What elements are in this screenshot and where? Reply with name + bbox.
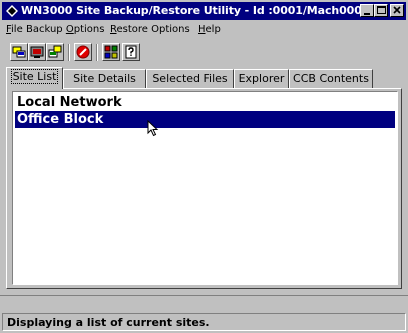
menu-backup-options[interactable]: Backup Options — [26, 24, 104, 35]
toolbar-separator — [68, 44, 70, 61]
close-button[interactable] — [390, 4, 404, 17]
minimize-button[interactable] — [360, 4, 374, 17]
tab-ccb-contents[interactable]: CCB Contents — [289, 69, 373, 88]
tab-selected-files-label: Selected Files — [152, 72, 228, 85]
toolbar-restore-button[interactable] — [46, 43, 64, 61]
status-bar: Displaying a list of current sites. — [2, 313, 406, 331]
menu-backup-mnemonic: O — [65, 24, 74, 35]
toolbar-separator — [96, 44, 98, 61]
tab-ccb-contents-label: CCB Contents — [293, 72, 369, 85]
close-icon — [393, 6, 401, 14]
tab-explorer[interactable]: Explorer — [234, 69, 289, 88]
tab-site-details-label: Site Details — [73, 72, 136, 85]
app-icon — [6, 5, 18, 17]
minimize-icon — [364, 13, 370, 15]
tab-site-list-label: Site List — [10, 69, 59, 84]
application-window: WN3000 Site Backup/Restore Utility - Id … — [0, 0, 408, 333]
open-site-icon — [12, 46, 26, 58]
menu-file[interactable]: File — [6, 24, 23, 35]
menu-file-label: ile — [11, 24, 23, 35]
menu-bar: File Backup Options Restore Options Help — [2, 21, 406, 39]
toolbar — [2, 41, 406, 65]
title-bar[interactable]: WN3000 Site Backup/Restore Utility - Id … — [2, 2, 406, 20]
list-item-selected[interactable]: Office Block — [15, 111, 395, 128]
tab-site-list[interactable]: Site List — [6, 67, 63, 89]
menu-restore-options[interactable]: Restore Options — [110, 24, 190, 35]
menu-help-mnemonic: H — [198, 24, 206, 35]
stop-icon — [76, 45, 90, 59]
menu-backup-label-pre: Backup — [26, 24, 66, 35]
tab-site-details[interactable]: Site Details — [63, 69, 146, 88]
tab-selected-files[interactable]: Selected Files — [146, 69, 234, 88]
toolbar-help-button[interactable] — [122, 43, 140, 61]
toolbar-stop-button[interactable] — [74, 43, 92, 61]
maximize-button[interactable] — [374, 4, 388, 17]
menu-restore-label: estore Options — [116, 24, 190, 35]
tab-explorer-label: Explorer — [238, 72, 285, 85]
toolbar-backup-button[interactable] — [28, 43, 46, 61]
backup-icon — [30, 46, 44, 58]
menu-help-label: elp — [205, 24, 221, 35]
site-list[interactable]: Local Network Office Block — [12, 91, 398, 285]
divider — [0, 295, 408, 296]
list-item[interactable]: Local Network — [15, 94, 395, 111]
tab-strip: Site List Site Details Selected Files Ex… — [6, 67, 404, 89]
toolbar-view-button[interactable] — [102, 43, 120, 61]
restore-icon — [48, 45, 62, 58]
view-icon — [104, 45, 118, 59]
help-icon — [125, 45, 137, 59]
menu-help[interactable]: Help — [198, 24, 221, 35]
window-title: WN3000 Site Backup/Restore Utility - Id … — [21, 4, 370, 17]
maximize-icon — [377, 6, 386, 14]
mouse-pointer-icon — [147, 120, 159, 137]
toolbar-open-site-button[interactable] — [10, 43, 28, 61]
menu-backup-label: ptions — [73, 24, 105, 35]
